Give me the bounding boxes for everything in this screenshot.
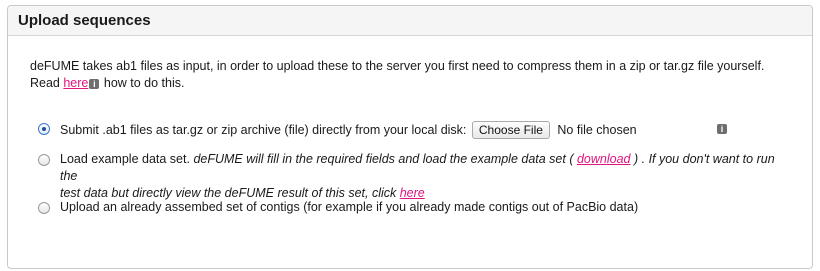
option-example-data-desc-1: deFUME will fill in the required fields … bbox=[193, 152, 574, 166]
option-assembled-contigs: Upload an already assembed set of contig… bbox=[38, 199, 778, 217]
info-icon[interactable]: i bbox=[89, 79, 100, 89]
panel-title: Upload sequences bbox=[8, 6, 812, 36]
intro-text-after: how to do this. bbox=[100, 76, 185, 90]
intro-text: deFUME takes ab1 files as input, in orde… bbox=[30, 58, 790, 92]
radio-assembled-contigs[interactable] bbox=[38, 202, 50, 214]
intro-here-link[interactable]: here bbox=[63, 76, 88, 90]
option-example-data: Load example data set. deFUME will fill … bbox=[38, 151, 788, 200]
info-icon[interactable]: i bbox=[717, 124, 727, 134]
file-status: No file chosen bbox=[557, 123, 637, 137]
option-example-data-text: Load example data set. deFUME will fill … bbox=[60, 151, 788, 202]
download-link[interactable]: download bbox=[577, 152, 631, 166]
option-assembled-contigs-label: Upload an already assembed set of contig… bbox=[60, 200, 639, 214]
option-upload-archive-text: Submit .ab1 files as tar.gz or zip archi… bbox=[60, 121, 637, 139]
choose-file-button[interactable]: Choose File bbox=[471, 121, 550, 139]
option-upload-archive-label: Submit .ab1 files as tar.gz or zip archi… bbox=[60, 123, 467, 137]
option-example-data-desc-3: test data but directly view the deFUME r… bbox=[60, 186, 400, 200]
option-upload-archive: Submit .ab1 files as tar.gz or zip archi… bbox=[38, 121, 778, 139]
radio-upload-archive[interactable] bbox=[38, 123, 50, 135]
radio-example-data[interactable] bbox=[38, 154, 50, 166]
example-here-link[interactable]: here bbox=[400, 186, 425, 200]
option-example-data-label: Load example data set. bbox=[60, 152, 190, 166]
